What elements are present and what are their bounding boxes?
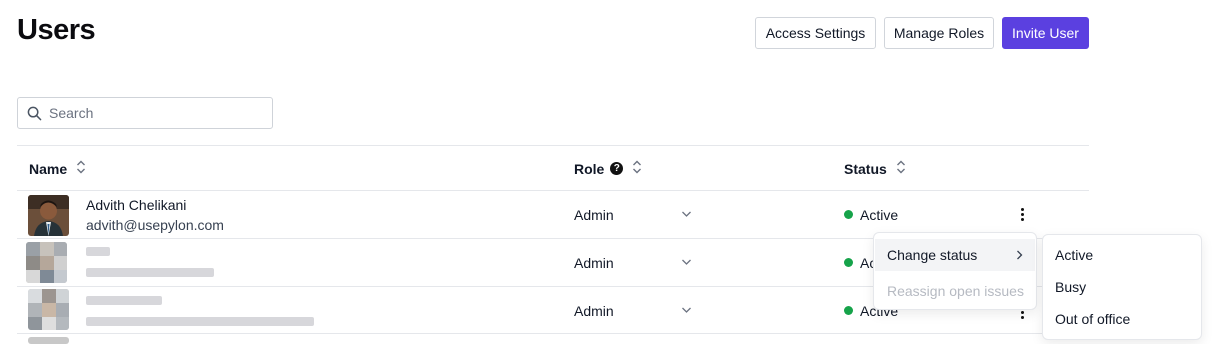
manage-roles-button[interactable]: Manage Roles (884, 17, 994, 49)
status-dot (844, 258, 853, 267)
redacted-name (86, 247, 110, 256)
status-label: Active (860, 207, 899, 223)
help-icon[interactable]: ? (610, 162, 624, 175)
role-select[interactable]: Admin (574, 303, 614, 319)
sort-icon[interactable] (896, 159, 906, 178)
search-box[interactable] (17, 97, 273, 129)
menu-item-label: Change status (887, 247, 978, 263)
status-option-out-of-office[interactable]: Out of office (1055, 311, 1130, 327)
invite-user-button[interactable]: Invite User (1002, 17, 1089, 49)
status-dot (844, 210, 853, 219)
column-status-label: Status (844, 160, 887, 177)
column-header-name[interactable]: Name (29, 159, 86, 178)
chevron-down-icon[interactable] (681, 258, 692, 266)
user-name: Advith Chelikani (86, 197, 187, 213)
user-email: advith@usepylon.com (86, 217, 224, 233)
menu-item-reassign-issues: Reassign open issues (875, 275, 1035, 307)
search-icon (27, 106, 42, 121)
role-select[interactable]: Admin (574, 255, 614, 271)
avatar (26, 242, 67, 283)
column-header-role[interactable]: Role ? (574, 159, 642, 178)
row-divider (17, 333, 1089, 334)
column-header-status[interactable]: Status (844, 159, 906, 178)
column-role-label: Role (574, 160, 605, 177)
menu-item-change-status[interactable]: Change status (875, 239, 1035, 271)
redacted-email (86, 268, 214, 277)
role-select[interactable]: Admin (574, 207, 614, 223)
avatar (28, 289, 69, 330)
status-dot (844, 306, 853, 315)
status-submenu: Active Busy Out of office (1042, 234, 1202, 340)
avatar (28, 195, 69, 236)
table-top-divider (17, 145, 1089, 146)
sort-icon[interactable] (632, 159, 642, 178)
column-name-label: Name (29, 160, 68, 177)
access-settings-button[interactable]: Access Settings (755, 17, 876, 49)
more-vertical-icon[interactable] (1016, 206, 1028, 224)
status-option-active[interactable]: Active (1055, 247, 1093, 263)
chevron-right-icon (1017, 250, 1023, 260)
redacted-email (86, 317, 314, 326)
redacted-name (86, 296, 162, 305)
menu-item-label: Reassign open issues (887, 283, 1024, 299)
table-header-divider (17, 190, 1089, 191)
row-actions-menu: Change status Reassign open issues (873, 232, 1037, 310)
sort-icon[interactable] (76, 159, 86, 178)
status-option-busy[interactable]: Busy (1055, 279, 1086, 295)
chevron-down-icon[interactable] (681, 306, 692, 314)
avatar (28, 337, 69, 344)
page-title: Users (17, 14, 96, 46)
chevron-down-icon[interactable] (681, 210, 692, 218)
search-input[interactable] (49, 98, 264, 128)
